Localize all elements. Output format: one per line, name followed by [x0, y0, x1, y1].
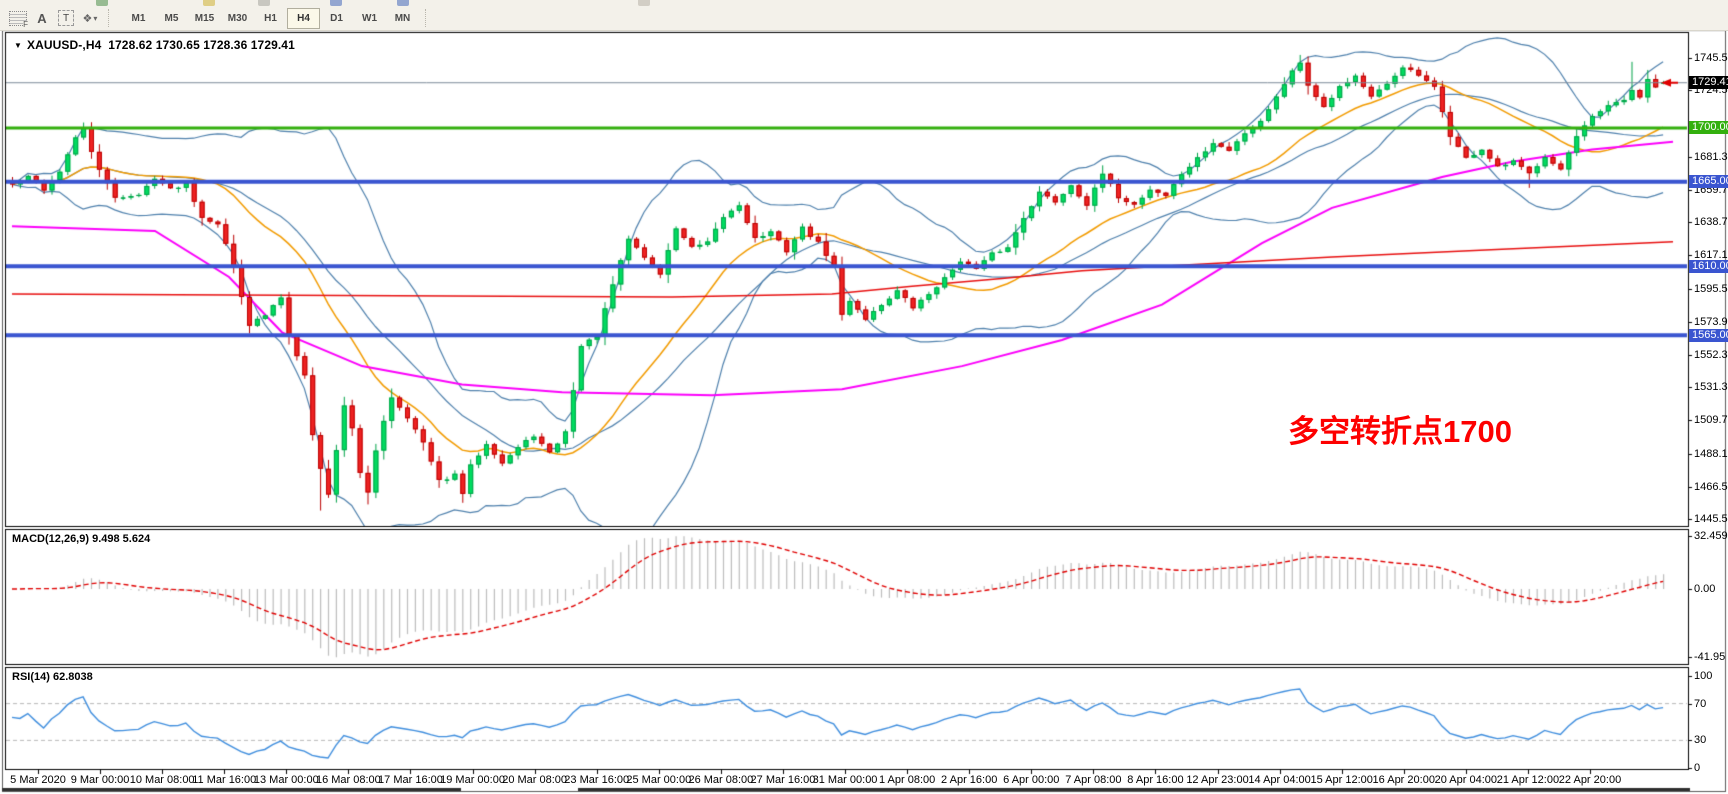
- toolbar-top-fragment: [0, 0, 1728, 7]
- shapes-tool-icon[interactable]: ❖▾: [78, 8, 102, 28]
- macd-tick: 32.459: [1694, 530, 1728, 542]
- timeframe-button-M30[interactable]: M30: [221, 8, 254, 29]
- timeframe-button-H4[interactable]: H4: [287, 8, 320, 29]
- ohlc-values: 1728.62 1730.65 1728.36 1729.41: [108, 38, 295, 52]
- timeframe-toolbar: M1M5M15M30H1H4D1W1MN: [122, 8, 419, 29]
- price-tick: 1488.10: [1694, 448, 1728, 460]
- price-tick: 1531.30: [1694, 381, 1728, 393]
- price-tick: 1445.50: [1694, 513, 1728, 525]
- price-tick: 1595.50: [1694, 283, 1728, 295]
- text-tool-icon[interactable]: T: [54, 8, 78, 28]
- annotation-text[interactable]: 多空转折点1700: [1288, 406, 1512, 451]
- timeframe-button-M15[interactable]: M15: [188, 8, 221, 29]
- timeframe-button-H1[interactable]: H1: [254, 8, 287, 29]
- label-tool-icon[interactable]: A: [30, 8, 54, 28]
- toolbar-separator: [425, 9, 435, 27]
- price-tick: 1745.50: [1694, 52, 1728, 64]
- rsi-tick: 30: [1694, 734, 1706, 746]
- price-tick: 1573.90: [1694, 316, 1728, 328]
- timeframe-button-M5[interactable]: M5: [155, 8, 188, 29]
- chart-ohlc-title: ▼ XAUUSD-,H4 1728.62 1730.65 1728.36 1729…: [14, 38, 295, 52]
- mt4-window: F A T ❖▾ M1M5M15M30H1H4D1W1MN ▼ XAUUSD-,H…: [0, 0, 1728, 794]
- price-level-box: 1729.41: [1689, 76, 1728, 89]
- price-tick: 1638.70: [1694, 216, 1728, 228]
- price-level-box: 1700.00: [1689, 121, 1728, 134]
- chart-canvas[interactable]: [0, 0, 1728, 794]
- symbol-timeframe: XAUUSD-,H4: [27, 38, 101, 52]
- toolbar: F A T ❖▾ M1M5M15M30H1H4D1W1MN: [0, 0, 1728, 31]
- dropdown-arrow-icon[interactable]: ▼: [14, 41, 22, 50]
- fibo-grid-icon[interactable]: F: [6, 8, 30, 28]
- price-tick: 1466.50: [1694, 481, 1728, 493]
- rsi-tick: 70: [1694, 698, 1706, 710]
- macd-tick: -41.95: [1694, 651, 1725, 663]
- macd-label: MACD(12,26,9) 9.498 5.624: [12, 533, 150, 545]
- toolbar-separator: [108, 9, 118, 27]
- timeframe-button-D1[interactable]: D1: [320, 8, 353, 29]
- macd-tick: 0.00: [1694, 583, 1715, 595]
- time-tick: 22 Apr 20:00: [1545, 774, 1635, 786]
- timeframe-button-W1[interactable]: W1: [353, 8, 386, 29]
- price-tick: 1509.70: [1694, 414, 1728, 426]
- price-level-box: 1610.00: [1689, 260, 1728, 273]
- rsi-label: RSI(14) 62.8038: [12, 671, 93, 683]
- timeframe-button-M1[interactable]: M1: [122, 8, 155, 29]
- timeframe-button-MN[interactable]: MN: [386, 8, 419, 29]
- price-tick: 1681.30: [1694, 151, 1728, 163]
- price-level-box: 1665.00: [1689, 175, 1728, 188]
- price-tick: 1552.30: [1694, 349, 1728, 361]
- tool-buttons: F A T ❖▾ M1M5M15M30H1H4D1W1MN: [6, 8, 439, 28]
- chevron-down-icon: ▾: [93, 14, 97, 23]
- rsi-tick: 100: [1694, 670, 1712, 682]
- rsi-tick: 0: [1694, 762, 1700, 774]
- price-level-box: 1565.00: [1689, 329, 1728, 342]
